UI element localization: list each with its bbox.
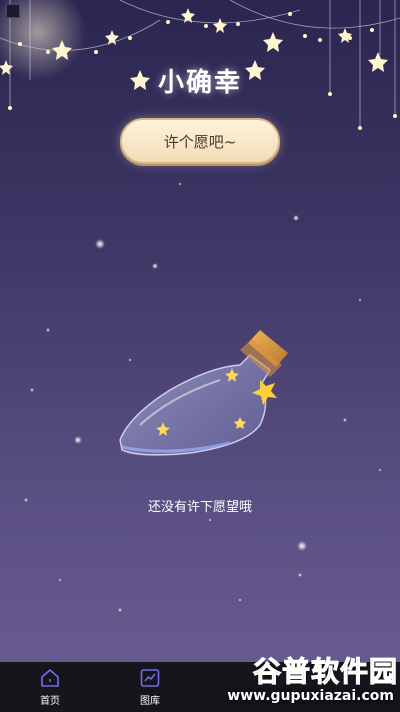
title-area: 小确幸 — [0, 62, 400, 99]
chart-icon — [140, 669, 160, 687]
status-indicator — [6, 4, 20, 18]
site-watermark: 谷普软件园 www.gupuxiazai.com — [212, 650, 398, 708]
page-title: 小确幸 — [157, 68, 242, 98]
watermark-brand: 谷普软件园 — [252, 655, 398, 689]
home-icon — [41, 669, 59, 687]
tab-home-label: 首页 — [40, 696, 60, 707]
wish-bottle-icon — [119, 330, 288, 456]
empty-wishes-message: 还没有许下愿望哦 — [147, 500, 252, 515]
tab-gallery[interactable]: 图库 — [100, 662, 200, 712]
tab-gallery-label: 图库 — [140, 696, 160, 707]
tab-home[interactable]: 首页 — [0, 662, 100, 712]
watermark-url: www.gupuxiazai.com — [227, 688, 394, 704]
make-wish-button[interactable]: 许个愿吧~ — [120, 118, 280, 164]
